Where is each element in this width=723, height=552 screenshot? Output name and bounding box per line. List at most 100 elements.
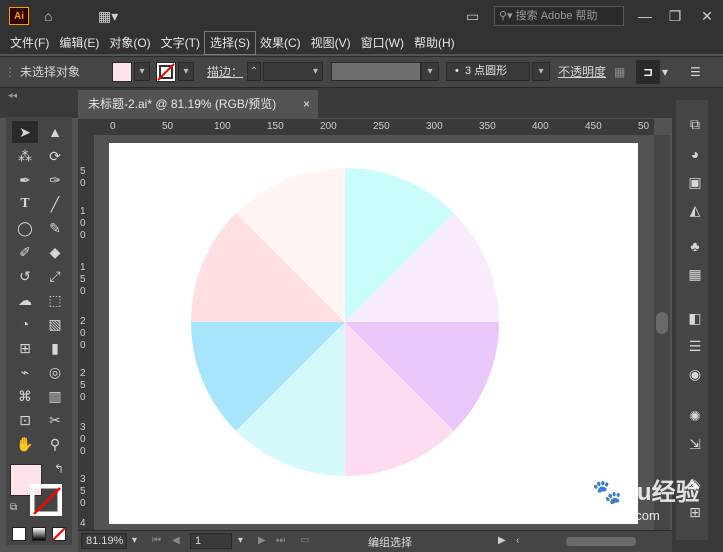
line-tool-icon[interactable]: ╱ <box>42 193 68 215</box>
opacity-label[interactable]: 不透明度 <box>558 57 606 87</box>
selection-tool-icon[interactable]: ➤ <box>12 121 38 143</box>
gradient-mode-icon[interactable] <box>32 527 46 541</box>
eraser-tool-icon[interactable]: ◆ <box>42 241 68 263</box>
ruler-label: 5 <box>80 274 86 285</box>
vertical-scroll-thumb[interactable] <box>656 312 668 334</box>
close-tab-icon[interactable]: × <box>303 90 310 118</box>
workspace-layout-icon[interactable]: ▦▾ <box>98 0 118 32</box>
menu-window[interactable]: 窗口(W) <box>356 32 409 54</box>
graphic-styles-panel-icon[interactable]: ✺ <box>685 406 705 426</box>
color-guide-panel-icon[interactable]: ▣ <box>685 172 705 192</box>
pie-artwork[interactable] <box>109 143 638 524</box>
rotate-tool-icon[interactable]: ↺ <box>12 265 38 287</box>
paintbrush-tool-icon[interactable]: ✎ <box>42 217 68 239</box>
ruler-label: 0 <box>80 434 86 445</box>
arrange-documents-icon[interactable]: ▭ <box>466 0 479 32</box>
control-menu-icon[interactable]: ☰ <box>690 57 701 87</box>
scale-tool-icon[interactable]: ⤢ <box>42 265 68 287</box>
control-more-chevron-icon[interactable]: ▾ <box>662 57 668 87</box>
color-mode-icon[interactable] <box>12 527 26 541</box>
curvature-tool-icon[interactable]: ✑ <box>42 169 68 191</box>
menu-type[interactable]: 文字(T) <box>156 32 205 54</box>
symbols-panel-icon[interactable]: ♣ <box>685 236 705 256</box>
pen-tool-icon[interactable]: ✒ <box>12 169 38 191</box>
mesh-tool-icon[interactable]: ⊞ <box>12 337 38 359</box>
brush-chevron-icon[interactable]: ▾ <box>532 62 550 81</box>
gradient-tool-icon[interactable]: ▮ <box>42 337 68 359</box>
profile-chevron-icon[interactable]: ▾ <box>421 62 439 81</box>
zoom-tool-icon[interactable]: ⚲ <box>42 433 68 455</box>
menu-file[interactable]: 文件(F) <box>5 32 54 54</box>
status-menu-icon[interactable]: ▶ <box>498 533 506 549</box>
zoom-chevron-icon[interactable]: ▾ <box>132 533 137 549</box>
slice-tool-icon[interactable]: ✂ <box>42 409 68 431</box>
fill-color-swatch[interactable] <box>112 62 132 82</box>
artboard-tool-icon[interactable]: ⊡ <box>12 409 38 431</box>
swatches-panel-icon[interactable]: ▦ <box>685 264 705 284</box>
restore-button[interactable]: ❐ <box>660 0 690 32</box>
type-tool-icon[interactable]: T <box>12 193 38 215</box>
warp-tool-icon[interactable]: ☁ <box>12 289 38 311</box>
shape-builder-tool-icon[interactable]: ◔ <box>12 313 38 335</box>
swap-fill-stroke-icon[interactable]: ↰ <box>54 462 64 476</box>
stroke-panel-icon[interactable]: ☰ <box>685 336 705 356</box>
artboard-navigator-icon[interactable]: ▭ <box>300 533 309 549</box>
export-panel-icon[interactable]: ⇲ <box>685 434 705 454</box>
perspective-grid-tool-icon[interactable]: ▧ <box>42 313 68 335</box>
menu-view[interactable]: 视图(V) <box>306 32 356 54</box>
minimize-button[interactable]: — <box>630 0 660 32</box>
stroke-weight-input[interactable]: ▾ <box>263 62 323 81</box>
properties-panel-icon[interactable]: ⧉ <box>685 114 705 134</box>
document-tab[interactable]: 未标题-2.ai* @ 81.19% (RGB/预览) × <box>78 90 318 118</box>
hand-tool-icon[interactable]: ✋ <box>12 433 38 455</box>
color-panel-icon[interactable]: ◕ <box>685 144 705 164</box>
collapse-toolbar-icon[interactable]: ◂◂ <box>8 90 17 101</box>
menu-help[interactable]: 帮助(H) <box>409 32 460 54</box>
artboard-chevron-icon[interactable]: ▾ <box>238 533 243 549</box>
scroll-left-icon[interactable]: ‹ <box>516 533 519 549</box>
menu-effect[interactable]: 效果(C) <box>255 32 306 54</box>
home-icon[interactable]: ⌂ <box>44 0 52 32</box>
fill-dropdown-chevron-icon[interactable]: ▾ <box>134 62 150 81</box>
shaper-tool-icon[interactable]: ✐ <box>12 241 38 263</box>
direct-selection-tool-icon[interactable]: ▲ <box>42 121 68 143</box>
magic-wand-tool-icon[interactable]: ⁂ <box>12 145 38 167</box>
variable-width-profile[interactable] <box>331 62 421 81</box>
menu-select[interactable]: 选择(S) <box>203 31 256 55</box>
zoom-level-input[interactable]: 81.19% <box>81 533 127 549</box>
previous-artboard-icon[interactable]: ◀ <box>172 533 180 549</box>
vertical-ruler: 5 0 1 0 0 1 5 0 2 0 0 2 5 0 3 0 0 3 5 0 … <box>78 135 95 530</box>
next-artboard-icon[interactable]: ▶ <box>258 533 266 549</box>
default-colors-icon[interactable]: ⧉ <box>10 502 17 513</box>
transparency-panel-icon[interactable]: ◧ <box>685 308 705 328</box>
menu-object[interactable]: 对象(O) <box>104 32 155 54</box>
column-graph-tool-icon[interactable]: ▥ <box>42 385 68 407</box>
stroke-box[interactable] <box>29 483 63 517</box>
ruler-label: 3 <box>80 422 86 433</box>
menu-edit[interactable]: 编辑(E) <box>54 32 104 54</box>
none-mode-icon[interactable] <box>52 527 66 541</box>
ruler-label: 50 <box>638 121 650 132</box>
recolor-icon[interactable]: ▦ <box>614 57 625 87</box>
stroke-weight-stepper[interactable]: ⌃ <box>247 62 261 81</box>
appearance-panel-icon[interactable]: ◉ <box>685 364 705 384</box>
ellipse-tool-icon[interactable]: ◯ <box>12 217 38 239</box>
lasso-tool-icon[interactable]: ⟳ <box>42 145 68 167</box>
eyedropper-tool-icon[interactable]: ⌁ <box>12 361 38 383</box>
symbol-sprayer-tool-icon[interactable]: ⌘ <box>12 385 38 407</box>
ruler-origin[interactable] <box>78 119 94 135</box>
last-artboard-icon[interactable]: ⏭ <box>276 533 285 549</box>
blend-tool-icon[interactable]: ◎ <box>42 361 68 383</box>
stroke-dropdown-chevron-icon[interactable]: ▾ <box>178 62 194 81</box>
align-panel-icon[interactable]: ⊐ <box>636 60 660 84</box>
free-transform-tool-icon[interactable]: ⬚ <box>42 289 68 311</box>
brush-definition-select[interactable]: • 3 点圆形 <box>446 62 530 81</box>
close-window-button[interactable]: ✕ <box>692 0 722 32</box>
stroke-color-swatch[interactable] <box>156 62 176 82</box>
gradient-panel-icon[interactable]: ◭ <box>685 200 705 220</box>
artboard-number-input[interactable]: 1 <box>190 533 232 549</box>
first-artboard-icon[interactable]: ⏮ <box>152 533 161 549</box>
search-input[interactable]: ⚲▾ 搜索 Adobe 帮助 <box>494 6 624 26</box>
artboard[interactable] <box>109 143 638 524</box>
stroke-label[interactable]: 描边： <box>207 57 243 87</box>
